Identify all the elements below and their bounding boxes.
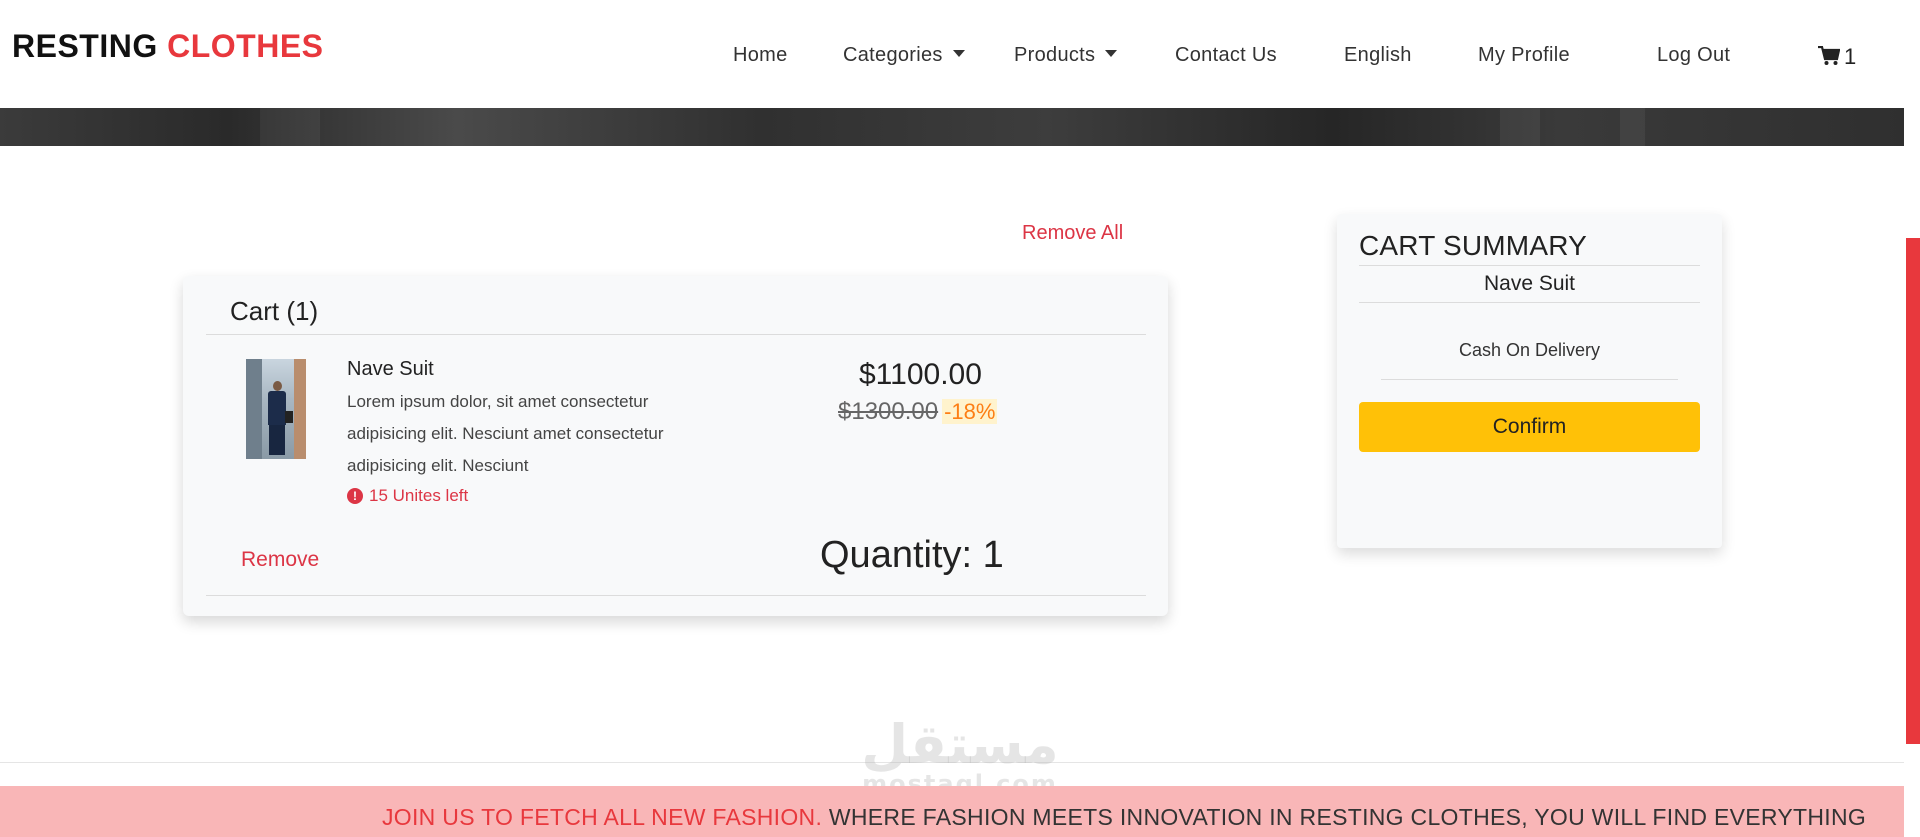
cart-count: 1 (1844, 44, 1857, 69)
quantity-label: Quantity: 1 (820, 534, 1004, 576)
stock-text: 15 Unites left (369, 486, 469, 505)
caret-down-icon (1105, 50, 1118, 58)
product-description: Lorem ipsum dolor, sit amet consectetur … (347, 392, 664, 475)
divider (206, 334, 1146, 335)
payment-method: Cash On Delivery (1458, 340, 1601, 360)
exclamation-circle-icon: ! (347, 488, 363, 504)
shopping-cart-icon (1818, 46, 1841, 66)
remove-item-button[interactable]: Remove (241, 548, 319, 572)
nav-products-label: Products (1014, 44, 1096, 66)
product-price: $1100.00 (859, 358, 982, 391)
divider (1381, 379, 1678, 380)
hero-banner-image (0, 108, 1904, 146)
mostaql-watermark: مستقل mostaql.com (850, 718, 1070, 797)
nav-home-link[interactable]: Home (733, 44, 788, 67)
summary-title: CART SUMMARY (1359, 230, 1587, 261)
nav-categories-label: Categories (843, 44, 943, 66)
nav-profile-link[interactable]: My Profile (1478, 44, 1570, 67)
ticker-text: JOIN US TO FETCH ALL NEW FASHION. WHERE … (382, 804, 1866, 831)
divider (1359, 265, 1700, 266)
top-navbar: RESTING CLOTHES Home Categories Products… (0, 0, 1904, 108)
ticker-highlight: JOIN US TO FETCH ALL NEW FASHION. (382, 804, 823, 830)
watermark-arabic: مستقل (861, 713, 1059, 776)
cart-summary-panel: CART SUMMARY Nave Suit Cash On Delivery … (1337, 214, 1722, 548)
scrollbar-thumb[interactable] (1906, 238, 1920, 744)
nav-products-dropdown[interactable]: Products (1014, 44, 1118, 67)
nav-contact-link[interactable]: Contact Us (1175, 44, 1277, 67)
stock-warning: ! 15 Unites left (347, 486, 468, 506)
price-old-row: $1300.00 -18% (838, 398, 998, 426)
product-name[interactable]: Nave Suit (347, 358, 434, 381)
product-image[interactable] (246, 359, 306, 459)
nav-language-link[interactable]: English (1344, 44, 1412, 67)
nav-cart-link[interactable]: 1 (1818, 44, 1856, 70)
discount-badge: -18% (942, 399, 998, 424)
nav-categories-dropdown[interactable]: Categories (843, 44, 965, 67)
summary-item-name: Nave Suit (1483, 272, 1576, 295)
cart-panel: Cart (1) Nave Suit Lorem ipsum dolor, si… (183, 276, 1168, 616)
brand-logo[interactable]: RESTING CLOTHES (12, 28, 324, 65)
divider (206, 595, 1146, 596)
cart-title: Cart (1) (230, 296, 319, 326)
ticker-message: WHERE FASHION MEETS INNOVATION IN RESTIN… (828, 804, 1867, 830)
remove-all-button[interactable]: Remove All (1022, 222, 1123, 245)
brand-name-part1: RESTING (12, 28, 158, 64)
nav-logout-link[interactable]: Log Out (1657, 44, 1730, 67)
brand-name-part2: CLOTHES (167, 28, 324, 64)
product-old-price: $1300.00 (838, 398, 939, 425)
announcement-ticker: JOIN US TO FETCH ALL NEW FASHION. WHERE … (0, 786, 1904, 837)
confirm-button[interactable]: Confirm (1359, 402, 1700, 452)
divider (1359, 302, 1700, 303)
caret-down-icon (952, 50, 965, 58)
